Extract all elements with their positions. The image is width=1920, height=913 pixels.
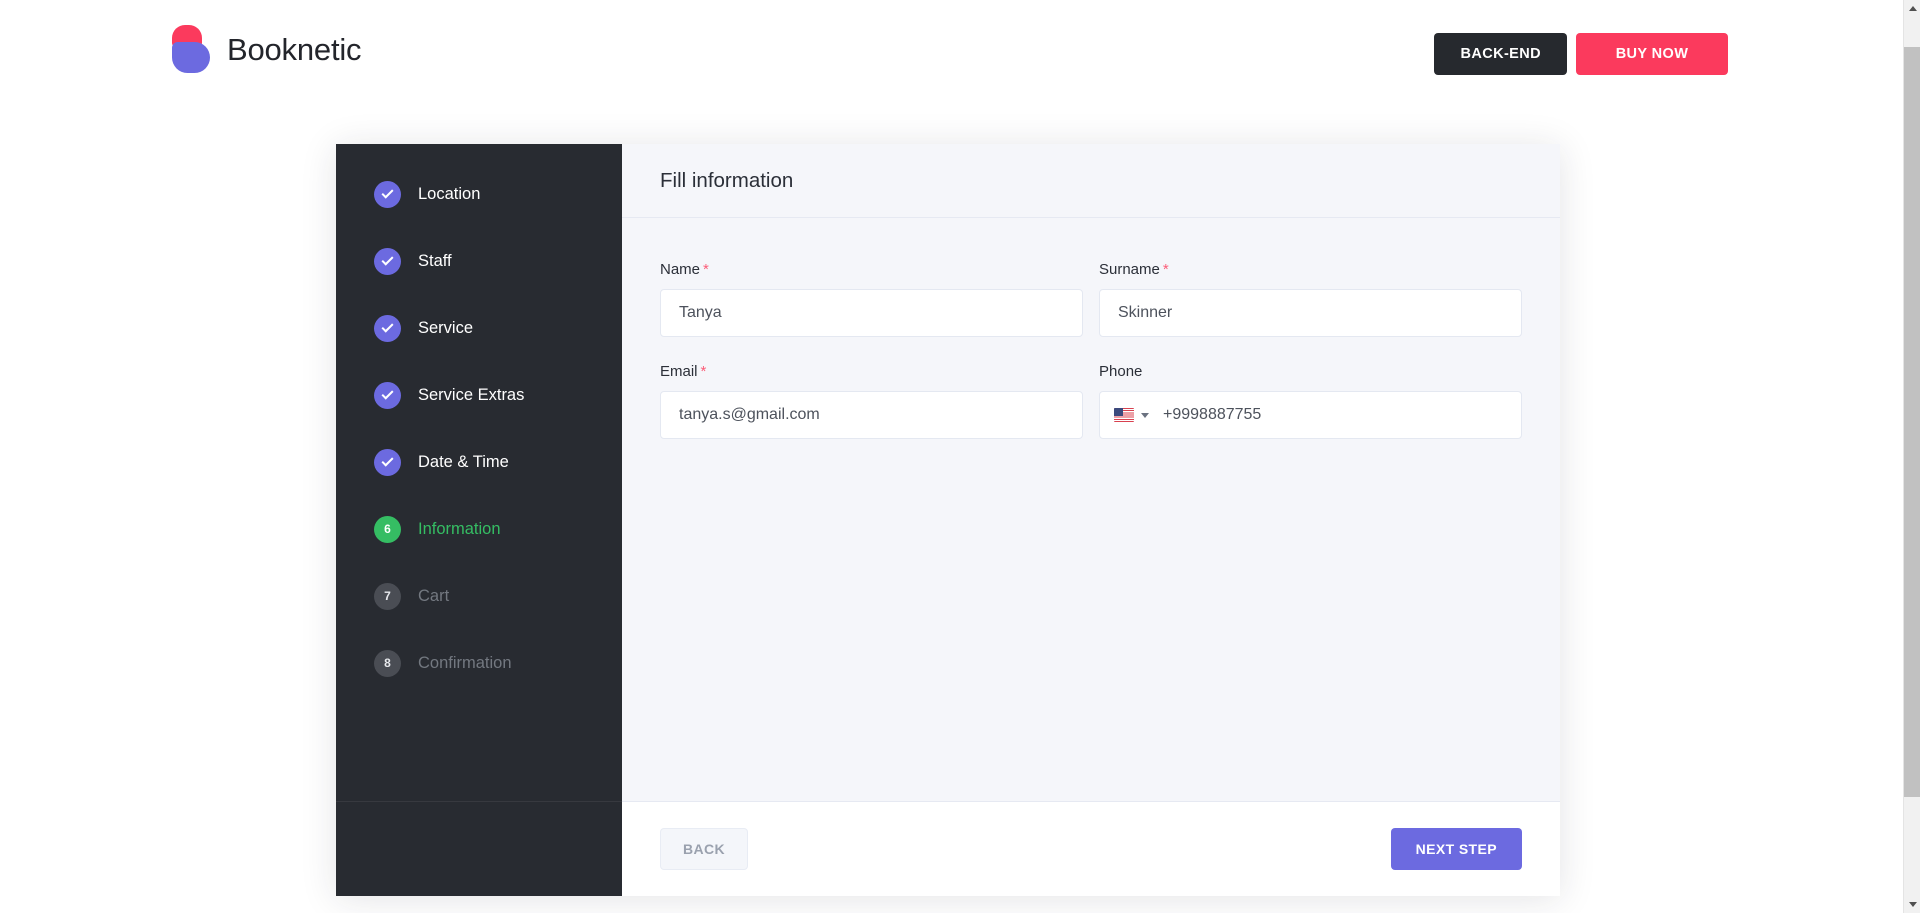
sidebar-step-label: Cart	[418, 586, 450, 605]
field-group-name: Name *	[660, 262, 1083, 337]
step-panel: Fill information Name* Surname* Email*	[622, 144, 1560, 896]
surname-label-text: Surname	[1099, 261, 1160, 278]
step-badge-check-icon	[374, 247, 401, 275]
email-field[interactable]	[660, 391, 1083, 439]
phone-label: Phone	[1099, 364, 1522, 379]
required-marker: *	[700, 363, 707, 380]
site-header: Booknetic BACK-END BUY NOW	[0, 0, 1903, 106]
required-marker: *	[1162, 261, 1169, 278]
page-title: Fill information	[660, 168, 794, 192]
panel-header: Fill information	[622, 144, 1560, 218]
sidebar-step-label: Information	[418, 519, 501, 538]
logo-bottom-shape	[172, 42, 210, 73]
field-group-email: Email *	[660, 364, 1083, 439]
brand[interactable]: Booknetic	[172, 25, 362, 73]
step-badge-number: 8	[374, 649, 401, 677]
name-label-text: Name	[660, 261, 701, 278]
step-badge-check-icon	[374, 314, 401, 342]
step-badge-check-icon	[374, 381, 401, 409]
required-marker: *	[703, 261, 709, 278]
sidebar-step-label: Date & Time	[418, 452, 509, 471]
field-group-phone: Phone	[1099, 364, 1522, 439]
browser-scrollbar[interactable]	[1903, 0, 1920, 913]
phone-label-text: Phone	[1099, 363, 1143, 380]
scroll-down-arrow-icon[interactable]	[1904, 896, 1920, 913]
chevron-down-icon	[1141, 412, 1149, 418]
phone-input-group	[1099, 391, 1522, 439]
sidebar-step-label: Confirmation	[418, 653, 512, 672]
field-group-surname: Surname *	[1099, 262, 1522, 337]
surname-input[interactable]	[1099, 289, 1522, 337]
scroll-up-arrow-icon[interactable]	[1904, 0, 1920, 17]
booknetic-logo-icon	[172, 25, 212, 73]
back-end-button[interactable]: BACK-END	[1434, 33, 1567, 75]
email-label: Email *	[660, 364, 1083, 379]
surname-label: Surname *	[1099, 262, 1522, 277]
panel-body: Name* Surname* Email* Phone	[622, 218, 1560, 801]
sidebar-step-information[interactable]: 6 Information	[336, 514, 622, 544]
sidebar-step-confirmation[interactable]: 8 Confirmation	[336, 648, 622, 678]
step-badge-number: 7	[374, 582, 401, 610]
sidebar-step-label: Service Extras	[418, 385, 525, 404]
sidebar-step-service-extras[interactable]: Service Extras	[336, 380, 622, 410]
back-button[interactable]: BACK	[660, 828, 749, 870]
sidebar-step-label: Staff	[418, 251, 452, 270]
us-flag-icon	[1114, 408, 1134, 422]
steps-sidebar: Location Staff Service Service Extras Da…	[336, 144, 622, 896]
name-label: Name *	[660, 262, 1083, 277]
booking-widget: Location Staff Service Service Extras Da…	[336, 144, 1560, 896]
header-actions: BACK-END BUY NOW	[1434, 33, 1728, 75]
sidebar-step-label: Service	[418, 318, 474, 337]
brand-name: Booknetic	[227, 31, 362, 67]
sidebar-step-label: Location	[418, 184, 481, 203]
country-code-select[interactable]	[1114, 408, 1149, 422]
email-label-text: Email	[660, 363, 698, 380]
step-badge-check-icon	[374, 180, 401, 208]
next-step-button[interactable]: NEXT STEP	[1390, 828, 1522, 870]
phone-input[interactable]	[1149, 392, 1521, 438]
buy-now-button[interactable]: BUY NOW	[1576, 33, 1728, 75]
field-row-email-phone: Email* Phone	[660, 364, 1522, 439]
sidebar-step-cart[interactable]: 7 Cart	[336, 581, 622, 611]
sidebar-divider	[336, 801, 622, 802]
field-row-name-surname: Name* Surname*	[660, 262, 1522, 337]
scrollbar-thumb[interactable]	[1904, 47, 1920, 797]
step-badge-number: 6	[374, 515, 401, 543]
sidebar-step-staff[interactable]: Staff	[336, 246, 622, 276]
page-viewport: Booknetic BACK-END BUY NOW Location Staf…	[0, 0, 1903, 913]
sidebar-step-date-time[interactable]: Date & Time	[336, 447, 622, 477]
step-badge-check-icon	[374, 448, 401, 476]
sidebar-step-service[interactable]: Service	[336, 313, 622, 343]
panel-footer: BACK NEXT STEP	[622, 801, 1560, 896]
name-input[interactable]	[660, 289, 1083, 337]
sidebar-step-location[interactable]: Location	[336, 179, 622, 209]
